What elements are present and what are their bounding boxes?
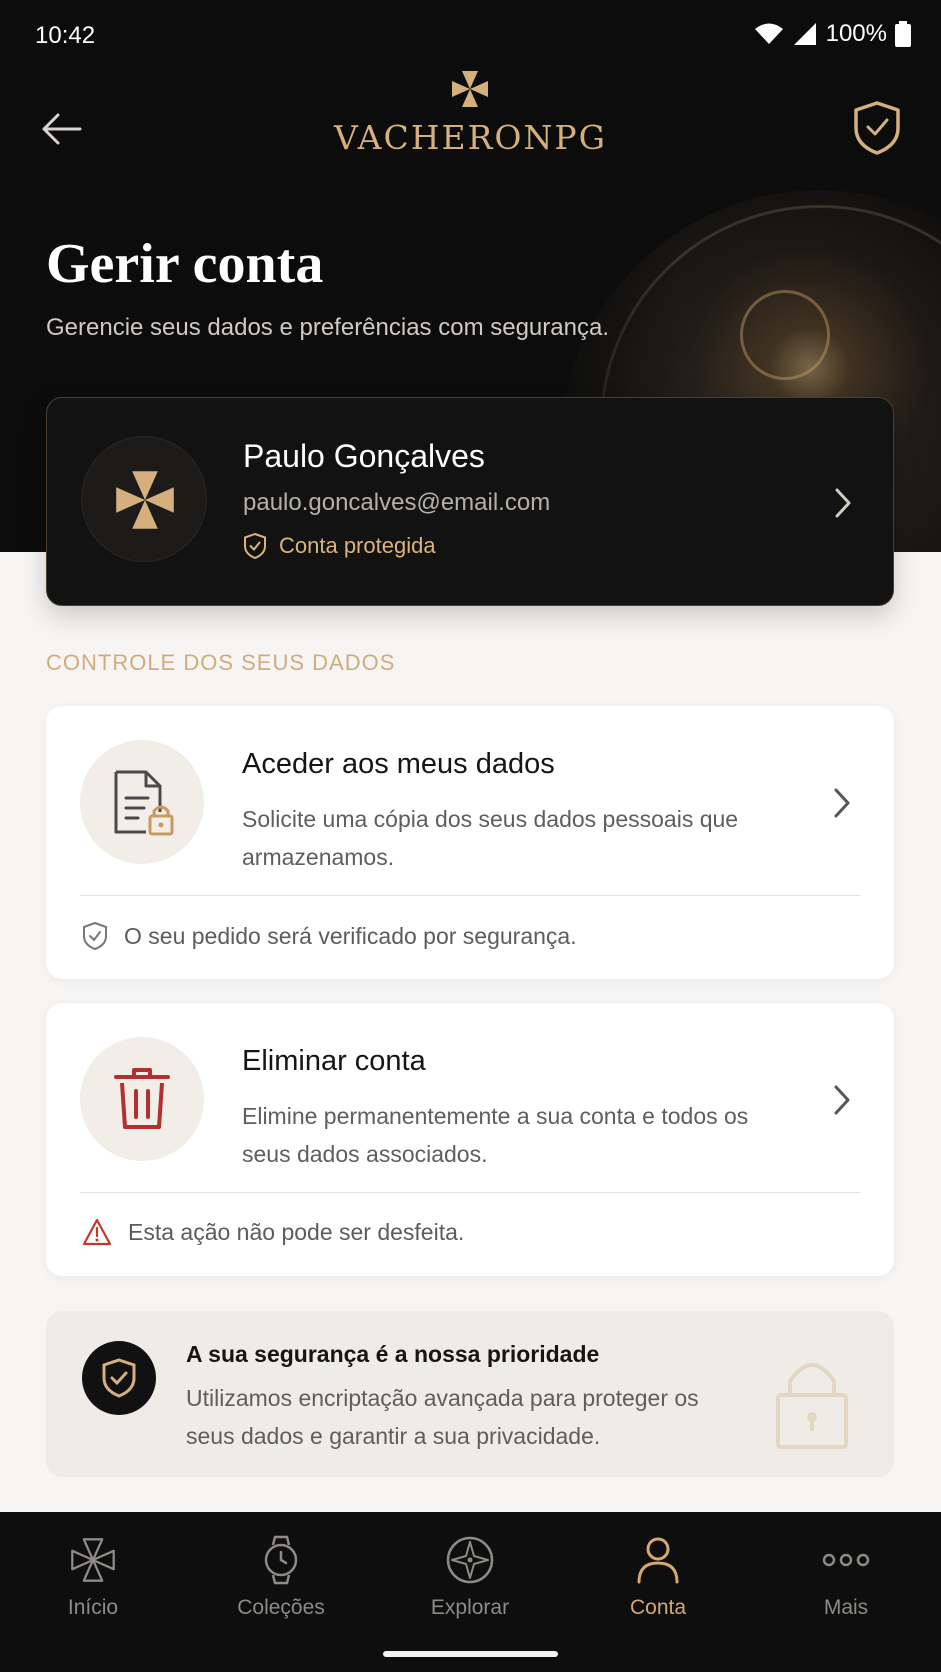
card-footnote: Esta ação não pode ser desfeita. [82,1218,464,1246]
nav-item-inicio[interactable]: Início [13,1530,173,1620]
security-note-title: A sua segurança é a nossa prioridade [186,1341,600,1367]
profile-email: paulo.goncalves@email.com [243,489,551,516]
icon-circle [80,1037,204,1161]
shield-check-icon [102,1358,136,1398]
card-description: Elimine permanentemente a sua conta e to… [242,1103,749,1167]
security-note-description: Utilizamos encriptação avançada para pro… [186,1385,699,1449]
delete-account-card[interactable]: Eliminar conta Elimine permanentemente a… [46,1003,894,1276]
divider [80,1192,860,1193]
nav-item-conta[interactable]: Conta [578,1530,738,1620]
chevron-right-icon [834,788,850,818]
battery-icon [895,21,911,47]
brand-logo[interactable]: VACHERONPG [0,118,941,157]
card-title: Eliminar conta [242,1045,426,1077]
home-indicator[interactable] [383,1651,558,1657]
protected-badge-label: Conta protegida [279,533,436,558]
bottom-navigation: Início Coleções Explorar Conta Mais [0,1512,941,1672]
lock-watermark-icon [776,1363,848,1449]
compass-icon [446,1536,494,1584]
signal-icon [793,23,816,45]
more-dots-icon [822,1553,870,1567]
status-time: 10:42 [35,22,96,49]
nav-item-colecoes[interactable]: Coleções [201,1530,361,1620]
chevron-right-icon [834,1085,850,1115]
nav-item-mais[interactable]: Mais [766,1530,926,1620]
card-footnote-text: Esta ação não pode ser desfeita. [128,1218,465,1245]
shield-check-icon[interactable] [852,100,902,156]
access-data-card[interactable]: Aceder aos meus dados Solicite uma cópia… [46,706,894,979]
icon-circle [80,740,204,864]
nav-label: Início [67,1596,119,1619]
protected-badge: Conta protegida [243,532,436,560]
status-bar: 10:42 100% [0,0,941,72]
chevron-right-icon [835,488,851,518]
section-heading: CONTROLE DOS SEUS DADOS [46,650,396,675]
status-icons: 100% [754,20,911,48]
maltese-cross-icon [116,471,174,529]
watch-icon [264,1535,298,1585]
warning-triangle-icon [82,1218,112,1246]
battery-level: 100% [825,20,887,47]
shield-check-icon [244,532,266,560]
card-footnote-text: O seu pedido será verificado por seguran… [124,922,577,949]
trash-icon [114,1068,170,1129]
nav-label: Coleções [237,1596,325,1619]
nav-item-explorar[interactable]: Explorar [390,1530,550,1620]
document-lock-icon [114,770,174,836]
card-footnote: O seu pedido será verificado por seguran… [82,921,577,951]
divider [80,895,860,896]
security-icon-circle [82,1341,156,1415]
watch-crown-detail [740,290,830,380]
maltese-cross-icon [71,1538,115,1582]
top-app-bar: VACHERONPG [0,64,941,194]
card-title: Aceder aos meus dados [242,748,555,780]
card-description: Solicite uma cópia dos seus dados pessoa… [242,806,739,870]
user-icon [637,1537,679,1584]
profile-card[interactable]: Paulo Gonçalves paulo.goncalves@email.co… [46,397,894,606]
nav-label: Conta [629,1596,687,1619]
shield-check-icon [83,921,107,951]
page-subtitle: Gerencie seus dados e preferências com s… [46,314,609,341]
page-title: Gerir conta [46,233,324,295]
wifi-icon [754,23,783,44]
nav-label: Explorar [430,1596,510,1619]
maltese-cross-logo-icon [452,71,488,107]
nav-label: Mais [823,1596,869,1619]
avatar [81,436,207,562]
security-note: A sua segurança é a nossa prioridade Uti… [46,1311,894,1477]
profile-name: Paulo Gonçalves [243,438,485,474]
